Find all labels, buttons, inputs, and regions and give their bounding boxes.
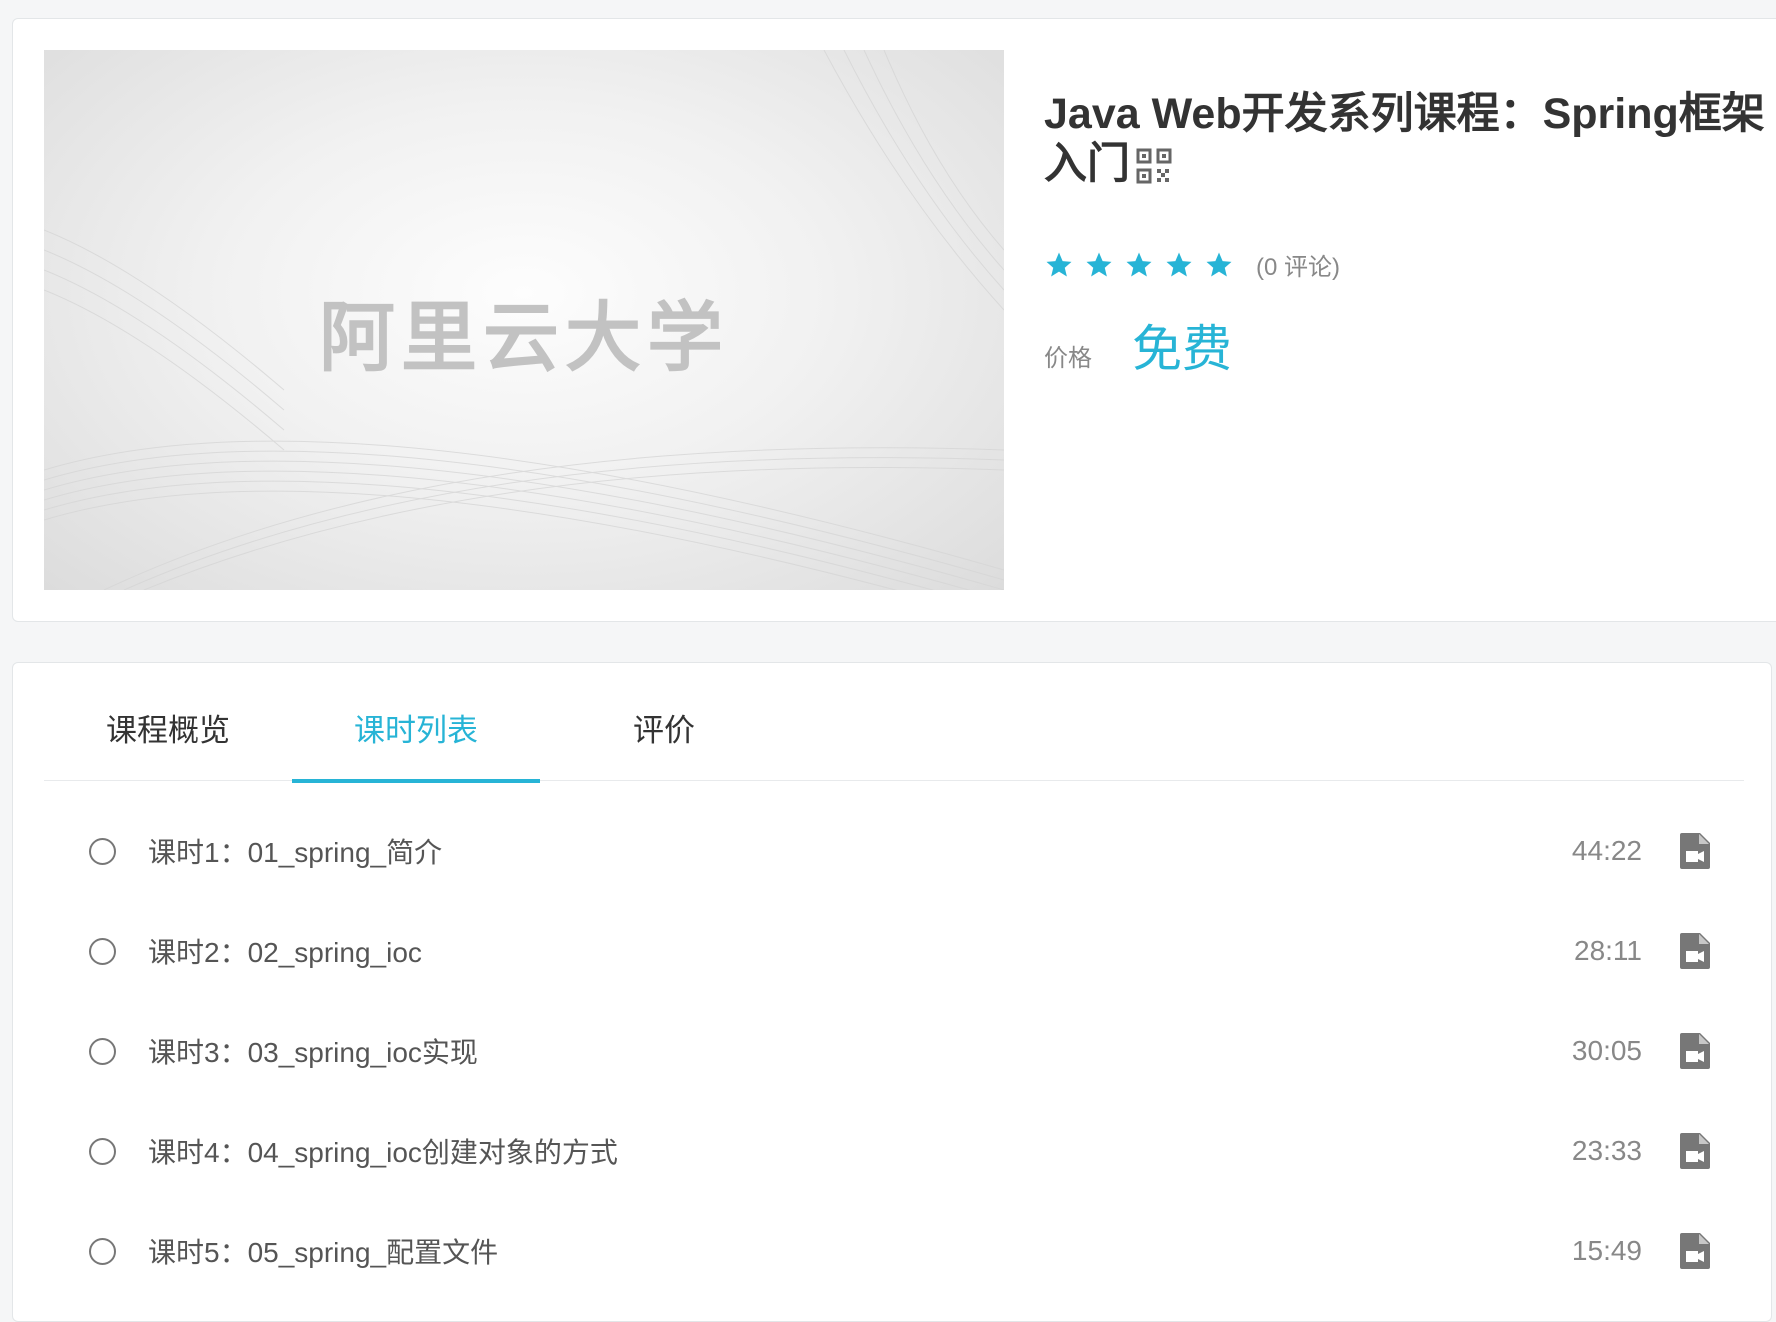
video-file-icon bbox=[1680, 1233, 1710, 1269]
lesson-item[interactable]: 课时1：01_spring_简介 44:22 bbox=[44, 801, 1744, 901]
course-info: Java Web开发系列课程：Spring框架入门 (0 评论) 价格 免费 bbox=[1044, 89, 1776, 377]
lesson-status-radio bbox=[89, 1037, 116, 1065]
tab-overview[interactable]: 课程概览 bbox=[44, 705, 292, 781]
price-row: 价格 免费 bbox=[1044, 309, 1232, 381]
course-title: Java Web开发系列课程：Spring框架入门 bbox=[1044, 89, 1776, 189]
course-cover-image[interactable]: 阿里云大学 bbox=[44, 50, 1004, 590]
lesson-status-radio bbox=[89, 937, 116, 965]
star-icon bbox=[1206, 252, 1232, 276]
price-label: 价格 bbox=[1044, 345, 1092, 372]
rating-row: (0 评论) bbox=[1044, 247, 1340, 282]
lesson-item[interactable]: 课时4：04_spring_ioc创建对象的方式 23:33 bbox=[44, 1101, 1744, 1201]
course-tabs: 课程概览 课时列表 评价 bbox=[44, 663, 1744, 783]
review-count[interactable]: (0 评论) bbox=[1256, 247, 1340, 282]
cover-brand-text: 阿里云大学 bbox=[319, 293, 729, 382]
price-value: 免费 bbox=[1132, 321, 1232, 377]
tab-lesson-list[interactable]: 课时列表 bbox=[292, 705, 540, 783]
lesson-status-radio bbox=[89, 837, 116, 865]
lesson-item[interactable]: 课时2：02_spring_ioc 28:11 bbox=[44, 901, 1744, 1001]
lesson-duration: 28:11 bbox=[1574, 935, 1642, 966]
lesson-duration: 15:49 bbox=[1571, 1235, 1642, 1266]
star-icon bbox=[1126, 252, 1152, 276]
course-content-card: 课程概览 课时列表 评价 课时1：01_spring_简介 44:22 课时2：… bbox=[12, 662, 1772, 1322]
lesson-status-radio bbox=[89, 1237, 116, 1265]
video-file-icon bbox=[1680, 1033, 1710, 1069]
lesson-title[interactable]: 课时4：04_spring_ioc创建对象的方式 bbox=[148, 1131, 618, 1171]
star-icon bbox=[1046, 252, 1072, 276]
lesson-duration: 30:05 bbox=[1571, 1035, 1642, 1066]
lesson-duration: 23:33 bbox=[1571, 1135, 1642, 1166]
tab-reviews[interactable]: 评价 bbox=[540, 705, 788, 781]
video-file-icon bbox=[1680, 1133, 1710, 1169]
lesson-list: 课时1：01_spring_简介 44:22 课时2：02_spring_ioc… bbox=[44, 781, 1744, 1301]
lesson-status-radio bbox=[89, 1137, 116, 1165]
lesson-duration: 44:22 bbox=[1571, 835, 1642, 866]
video-file-icon bbox=[1680, 833, 1710, 869]
lesson-item[interactable]: 课时3：03_spring_ioc实现 30:05 bbox=[44, 1001, 1744, 1101]
lesson-title[interactable]: 课时2：02_spring_ioc bbox=[148, 931, 422, 971]
lesson-title[interactable]: 课时5：05_spring_配置文件 bbox=[148, 1231, 498, 1271]
lesson-title[interactable]: 课时1：01_spring_简介 bbox=[148, 831, 442, 871]
lesson-item[interactable]: 课时5：05_spring_配置文件 15:49 bbox=[44, 1201, 1744, 1301]
star-icon bbox=[1166, 252, 1192, 276]
star-icon bbox=[1086, 252, 1112, 276]
video-file-icon bbox=[1680, 933, 1710, 969]
course-header-card: 阿里云大学 Java Web开发系列课程：Spring框架入门 (0 评论) 价… bbox=[12, 18, 1776, 622]
qr-code-icon[interactable] bbox=[1136, 145, 1172, 184]
lesson-title[interactable]: 课时3：03_spring_ioc实现 bbox=[148, 1031, 478, 1071]
